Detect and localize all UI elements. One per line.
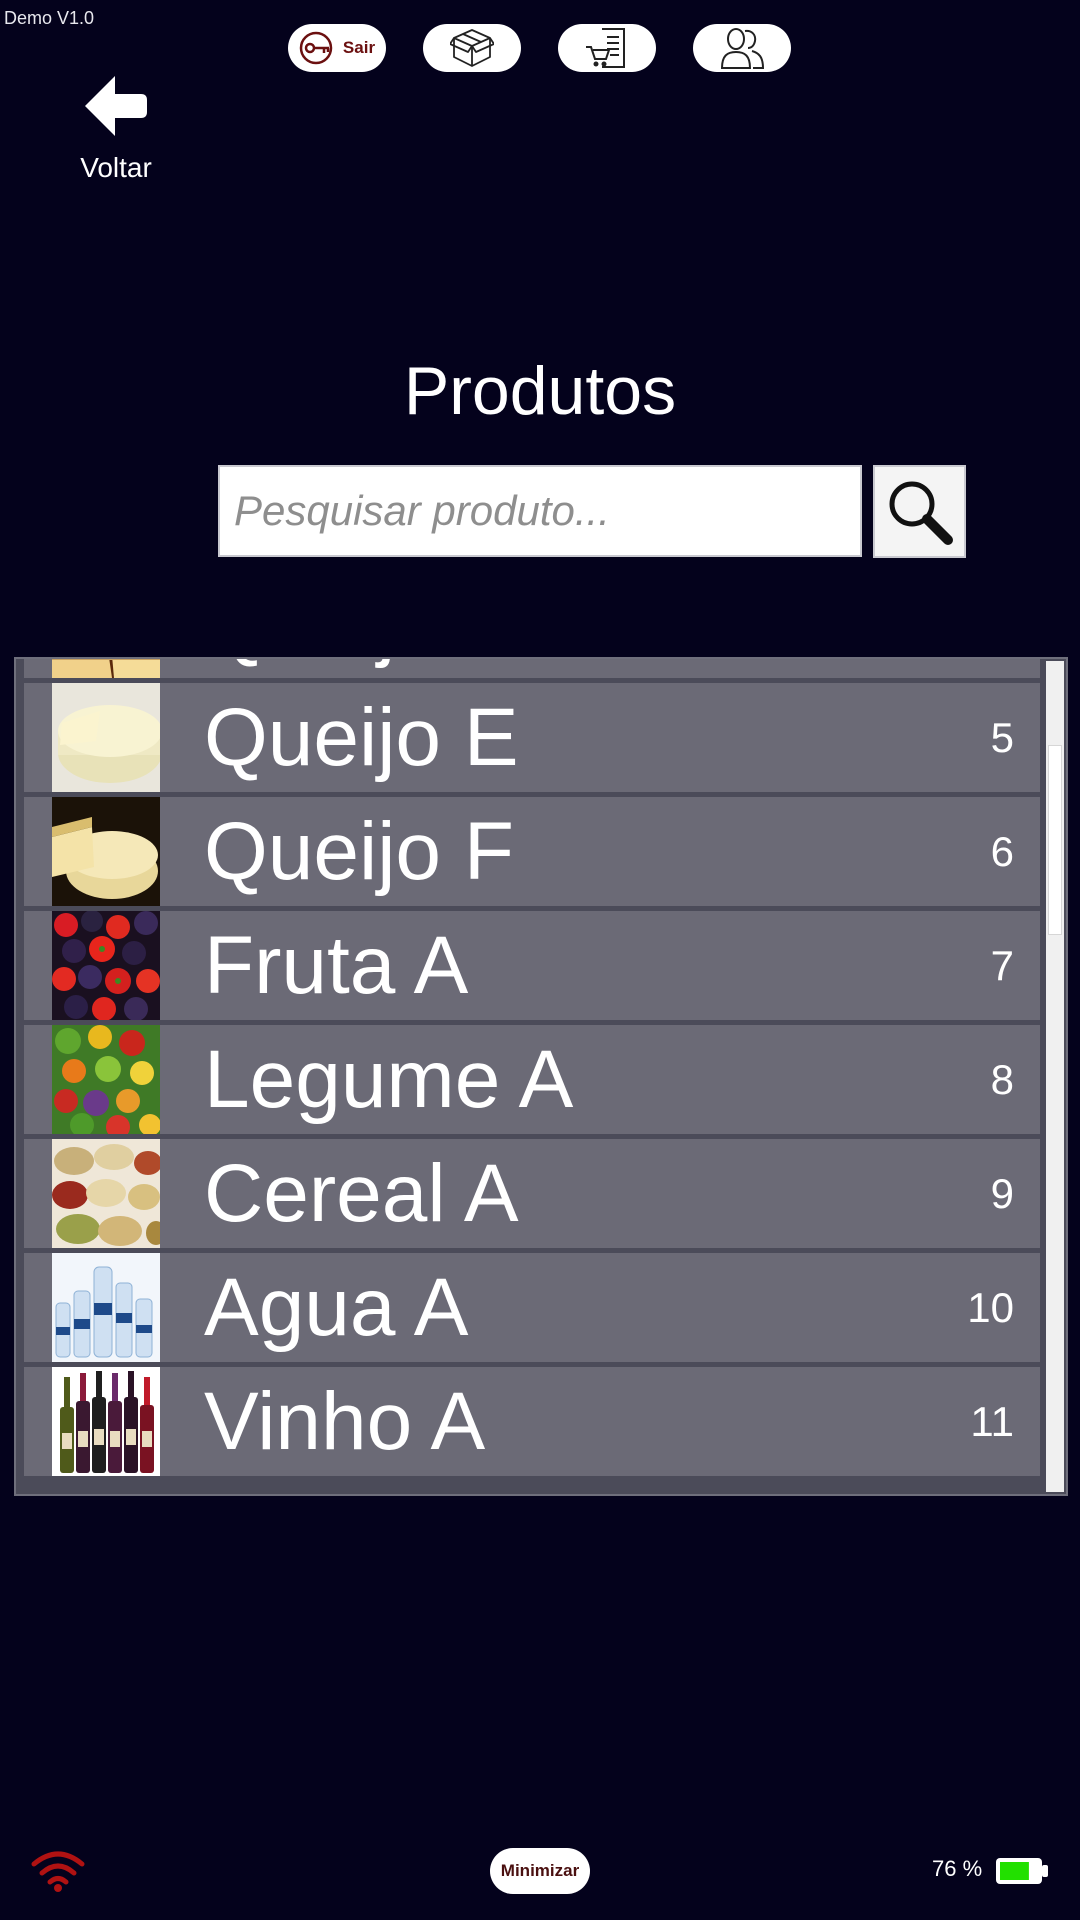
arrow-left-icon	[85, 76, 147, 136]
box-icon	[450, 29, 494, 67]
battery-percentage: 76 %	[932, 1856, 983, 1881]
product-image	[52, 683, 160, 792]
product-image	[52, 1253, 160, 1362]
battery-level-fill	[1000, 1862, 1029, 1880]
product-id: 5	[990, 714, 1014, 761]
back-label: Voltar	[80, 152, 152, 183]
product-id: 9	[990, 1170, 1014, 1217]
product-row[interactable]: Vinho A 11	[24, 1367, 1040, 1476]
product-name: Legume A	[204, 1034, 574, 1125]
back-button[interactable]: Voltar	[68, 74, 164, 184]
product-row[interactable]: Agua A 10	[24, 1253, 1040, 1362]
product-id: 6	[990, 828, 1014, 875]
product-image	[52, 1025, 160, 1134]
product-row[interactable]: Cereal A 9	[24, 1139, 1040, 1248]
product-row[interactable]: Queijo D 4	[24, 659, 1040, 678]
product-row[interactable]: Legume A 8	[24, 1025, 1040, 1134]
product-image	[52, 797, 160, 906]
list-scrollbar[interactable]	[1046, 661, 1064, 1492]
product-image	[52, 911, 160, 1020]
search-icon	[889, 481, 953, 545]
product-row[interactable]: Fruta A 7	[24, 911, 1040, 1020]
product-image	[52, 659, 160, 678]
search-input[interactable]	[218, 465, 862, 557]
product-name: Queijo E	[204, 692, 519, 783]
app-version: Demo V1.0	[4, 8, 95, 28]
product-row[interactable]: Queijo F 6	[24, 797, 1040, 906]
product-id: 7	[990, 942, 1014, 989]
cart-document-icon	[586, 28, 625, 68]
search-button[interactable]	[873, 465, 966, 558]
minimize-button[interactable]: Minimizar	[490, 1848, 590, 1894]
logout-button[interactable]: Sair	[288, 24, 386, 72]
product-list[interactable]: Queijo D 4 Queijo E 5	[14, 657, 1068, 1496]
product-id: 11	[970, 1398, 1014, 1445]
product-name: Queijo D	[204, 659, 523, 678]
battery-icon	[996, 1858, 1048, 1884]
product-name: Fruta A	[204, 920, 469, 1011]
product-name: Queijo F	[204, 806, 514, 897]
key-icon	[299, 31, 333, 65]
page-title: Produtos	[403, 353, 677, 429]
product-id: 8	[990, 1056, 1014, 1103]
product-name: Agua A	[204, 1262, 469, 1353]
top-toolbar: Sair	[288, 24, 791, 72]
product-image	[52, 1367, 160, 1476]
product-name: Cereal A	[204, 1148, 519, 1239]
users-button[interactable]	[693, 24, 791, 72]
product-id: 4	[991, 659, 1014, 678]
list-scroll-thumb[interactable]	[1048, 745, 1062, 935]
logout-label: Sair	[342, 38, 376, 57]
wifi-icon	[31, 1851, 85, 1892]
product-image	[52, 1139, 160, 1248]
users-icon	[720, 28, 765, 69]
orders-button[interactable]	[558, 24, 656, 72]
product-id: 10	[967, 1284, 1014, 1331]
product-name: Vinho A	[204, 1376, 486, 1467]
product-row[interactable]: Queijo E 5	[24, 683, 1040, 792]
products-button[interactable]	[423, 24, 521, 72]
